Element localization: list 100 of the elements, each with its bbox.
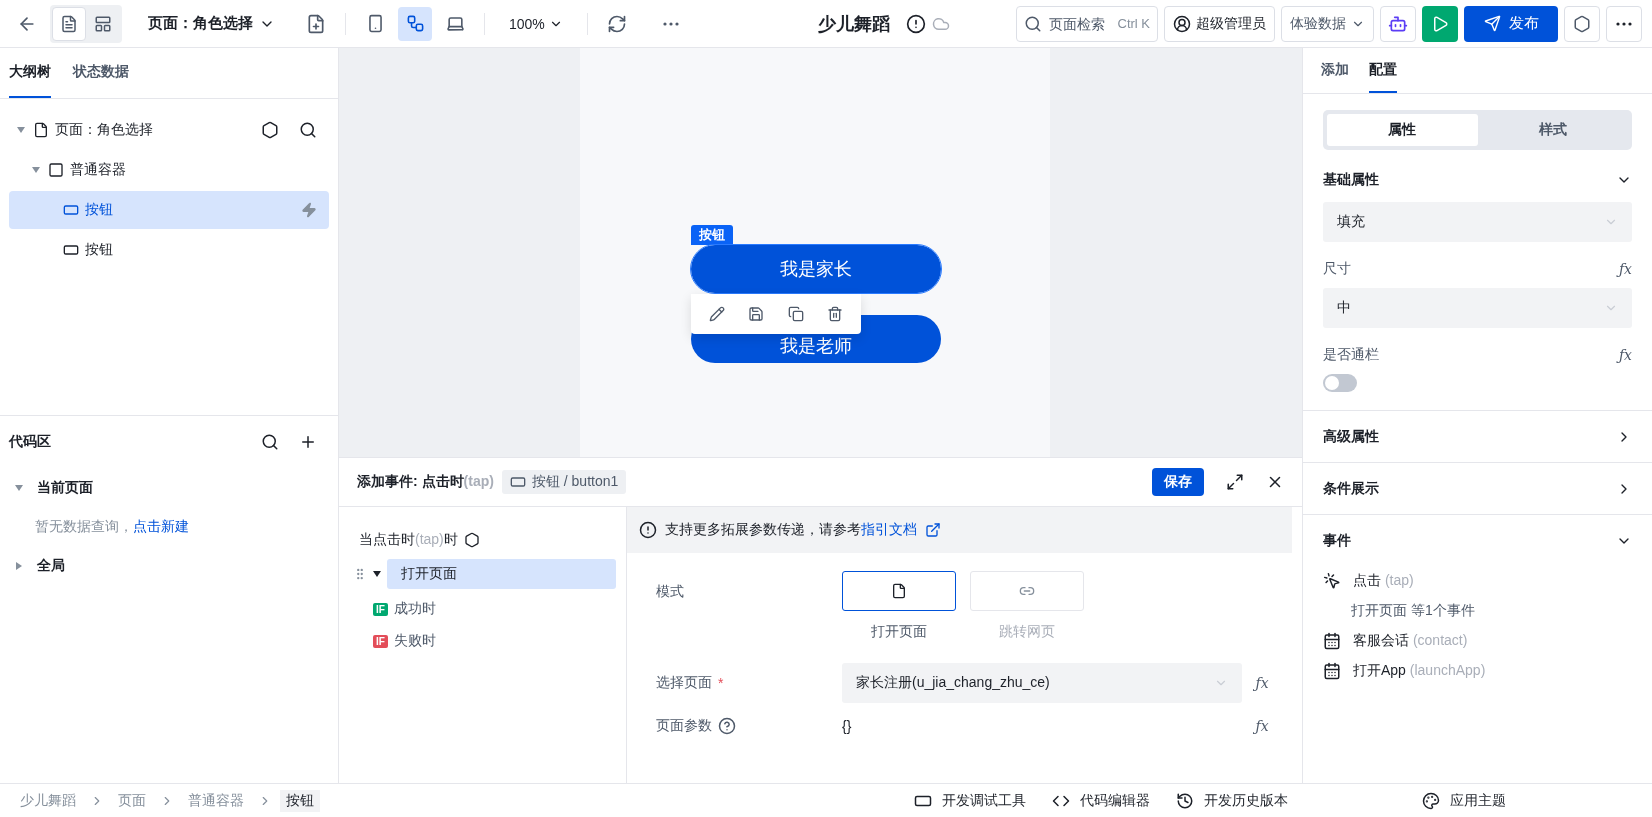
select-field[interactable]: 中 [1323, 288, 1632, 328]
shortcut-hint: Ctrl K [1117, 15, 1150, 31]
section-label[interactable]: 当前页面 [37, 479, 93, 497]
formula-icon[interactable]: ƒx [1255, 675, 1269, 691]
container-icon [48, 162, 64, 178]
button-component-icon [509, 474, 526, 490]
branch-item[interactable]: IF 成功时 [353, 593, 616, 625]
toggle-switch[interactable] [1323, 374, 1357, 392]
section-title[interactable]: 条件展示 [1323, 479, 1379, 498]
search-icon[interactable] [299, 121, 317, 139]
select-field[interactable]: 填充 [1323, 202, 1632, 242]
condition-badge: IF [373, 634, 388, 648]
guide-link[interactable]: 指引文档 [861, 521, 917, 537]
file-plus-icon [306, 13, 326, 34]
pointer-icon [1323, 572, 1341, 590]
delete-icon[interactable] [827, 306, 844, 322]
segment-tab[interactable]: 属性 [1327, 114, 1478, 146]
field-label: 模式 [656, 583, 685, 601]
user-button[interactable]: 超级管理员 [1164, 5, 1275, 42]
option-label: 跳转网页 [999, 623, 1055, 641]
branch-item[interactable]: IF 失败时 [353, 625, 616, 657]
app-title: 少儿舞蹈 [818, 12, 890, 36]
panel-tab[interactable]: 状态数据 [73, 48, 129, 98]
tree-label: 普通容器 [70, 161, 126, 179]
branch-label: 失败时 [393, 632, 436, 650]
theme-button[interactable]: 应用主题 [1422, 791, 1652, 810]
create-link[interactable]: 点击新建 [133, 518, 189, 536]
page-icon [891, 583, 907, 599]
settings-button[interactable] [1564, 5, 1600, 42]
panel-tab[interactable]: 添加 [1321, 48, 1349, 93]
info-icon[interactable] [906, 13, 926, 34]
more-icon [1616, 21, 1632, 26]
tree-item[interactable]: 按钮 [9, 191, 329, 229]
tree-item[interactable]: 按钮 [9, 231, 329, 269]
selection-tag: 按钮 [691, 225, 733, 245]
mode-option[interactable] [842, 571, 956, 611]
send-icon [1483, 15, 1501, 32]
panel-tab[interactable]: 大纲树 [9, 48, 51, 98]
formula-icon[interactable]: ƒx [1618, 347, 1632, 363]
document-icon [60, 14, 78, 33]
section-title: 代码区 [9, 433, 51, 451]
event-summary[interactable]: 打开页面 等1个事件 [1323, 596, 1632, 626]
tool-button[interactable]: 开发调试工具 [914, 791, 1026, 810]
info-icon [639, 521, 657, 539]
save-button[interactable]: 保存 [1152, 468, 1204, 496]
add-icon[interactable] [299, 433, 317, 451]
event-name[interactable]: 打开App (launchApp) [1353, 662, 1486, 680]
notice-text: 支持更多拓展参数传递，请参考指引文档 [665, 521, 917, 539]
caret-icon[interactable] [373, 571, 381, 577]
publish-button[interactable]: 发布 [1464, 5, 1558, 42]
component-name: 按钮 / button1 [531, 473, 619, 491]
expand-icon[interactable] [1226, 473, 1244, 491]
page-select[interactable]: 页面：角色选择 [142, 13, 281, 34]
field-label: 是否通栏 [1323, 346, 1379, 364]
link-icon[interactable] [398, 6, 432, 41]
data-select[interactable]: 体验数据 [1281, 5, 1374, 42]
zoom-select[interactable]: 100% [497, 6, 575, 41]
assistant-button[interactable] [1380, 5, 1416, 42]
palette-icon [1422, 791, 1440, 810]
button-component-icon [63, 242, 79, 258]
save-icon[interactable] [748, 306, 765, 322]
user-icon [1173, 14, 1191, 33]
formula-icon[interactable]: ƒx [1618, 261, 1632, 277]
panel-tab[interactable]: 配置 [1369, 48, 1397, 93]
condition-badge: IF [373, 602, 388, 616]
preview-button[interactable] [1422, 5, 1458, 42]
section-title[interactable]: 事件 [1323, 531, 1351, 550]
edit-icon[interactable] [708, 306, 725, 322]
calendar-icon [1323, 632, 1341, 650]
search-icon[interactable] [261, 433, 279, 451]
tree-item[interactable]: 页面：角色选择 [9, 111, 329, 149]
event-name[interactable]: 点击 (tap) [1353, 572, 1414, 590]
role-button[interactable]: 我是家长 [691, 245, 941, 293]
field-label: 尺寸 [1323, 260, 1351, 278]
calendar-icon [1323, 662, 1341, 680]
breadcrumb-item[interactable]: 按钮 [280, 789, 320, 812]
formula-icon[interactable]: ƒx [1255, 718, 1269, 734]
trigger-label: 当点击时(tap)时 [359, 531, 458, 549]
button-component-icon [63, 202, 79, 218]
help-icon[interactable] [718, 717, 736, 735]
history-icon [1176, 791, 1194, 810]
empty-text: 暂无数据查询， [35, 518, 133, 536]
play-icon [1431, 14, 1449, 33]
event-name[interactable]: 客服会话 (contact) [1353, 632, 1468, 650]
tree-item[interactable]: 普通容器 [9, 151, 329, 189]
page-icon [33, 122, 49, 138]
outline-view-button[interactable] [52, 6, 86, 41]
action-item[interactable]: 打开页面 [387, 559, 616, 589]
page-select[interactable]: 家长注册(u_jia_chang_zhu_ce) [842, 663, 1242, 703]
section-title[interactable]: 基础属性 [1323, 171, 1379, 189]
segment-tab[interactable]: 样式 [1477, 114, 1628, 146]
external-link-icon[interactable] [925, 522, 941, 538]
tool-button[interactable]: 开发历史版本 [1176, 791, 1288, 810]
section-title[interactable]: 高级属性 [1323, 427, 1379, 446]
required-mark: * [718, 675, 724, 691]
copy-icon[interactable] [787, 306, 804, 322]
tool-button[interactable]: 代码编辑器 [1052, 791, 1150, 810]
option-label: 打开页面 [871, 623, 927, 641]
lightning-icon[interactable] [301, 202, 317, 218]
section-label[interactable]: 全局 [37, 557, 65, 575]
